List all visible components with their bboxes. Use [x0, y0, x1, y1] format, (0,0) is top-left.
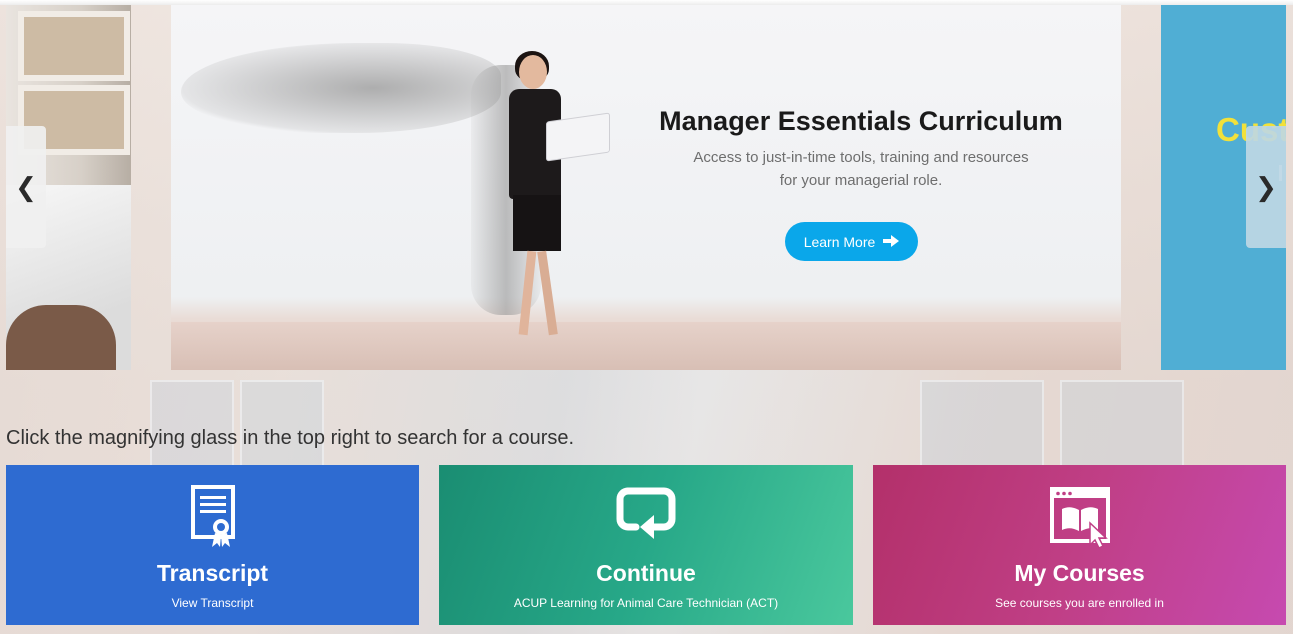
- certificate-icon: [181, 485, 245, 549]
- tile-subtitle: View Transcript: [171, 596, 254, 610]
- laptop-image: [546, 112, 610, 162]
- tile-title: Continue: [596, 560, 696, 586]
- background-window: [920, 380, 1044, 469]
- tile-title: My Courses: [1014, 560, 1145, 586]
- learn-more-button[interactable]: Learn More: [785, 222, 918, 261]
- hand-image: [6, 305, 116, 370]
- carousel-next-button[interactable]: ❯: [1246, 126, 1286, 248]
- leg-shape: [518, 250, 537, 336]
- background-window: [150, 380, 234, 469]
- head-shape: [519, 55, 547, 89]
- my-courses-tile[interactable]: My Courses See courses you are enrolled …: [873, 465, 1286, 625]
- background-window: [1060, 380, 1184, 469]
- carousel-slide-active[interactable]: Manager Essentials Curriculum Access to …: [171, 5, 1121, 370]
- tile-subtitle: See courses you are enrolled in: [995, 596, 1164, 610]
- tile-subtitle: ACUP Learning for Animal Care Technician…: [513, 596, 779, 610]
- continue-icon: [614, 485, 678, 549]
- book-browser-icon: [1048, 485, 1112, 550]
- continue-tile[interactable]: Continue ACUP Learning for Animal Care T…: [439, 465, 853, 625]
- superhero-cape-shadow-image: [181, 43, 501, 133]
- tile-title: Transcript: [156, 560, 269, 586]
- chevron-left-icon: ❮: [15, 171, 37, 202]
- businesswoman-image: [501, 51, 581, 345]
- slide-description: Access to just-in-time tools, training a…: [693, 149, 1029, 189]
- background-window: [240, 380, 324, 469]
- carousel-prev-button[interactable]: ❮: [6, 126, 46, 248]
- slide-title: Manager Essentials Curriculum: [659, 106, 1063, 136]
- chevron-right-icon: ❯: [1255, 171, 1277, 202]
- skirt-shape: [513, 195, 561, 251]
- transcript-tile[interactable]: Transcript View Transcript: [6, 465, 419, 625]
- search-hint-text: Click the magnifying glass in the top ri…: [6, 427, 575, 449]
- learn-more-label: Learn More: [803, 233, 876, 250]
- floor-image: [171, 322, 1121, 370]
- arrow-right-icon: [883, 234, 900, 250]
- leg-shape: [537, 250, 558, 336]
- shelf-image: [18, 11, 130, 81]
